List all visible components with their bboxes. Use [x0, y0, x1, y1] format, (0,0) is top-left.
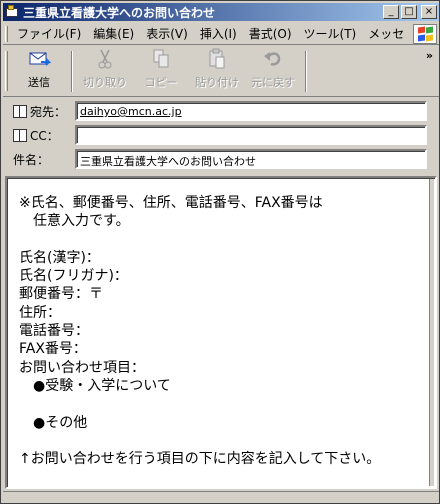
address-book-icon [13, 128, 27, 142]
to-label-button[interactable]: 宛先： [1, 103, 73, 120]
subject-label: 件名： [13, 152, 50, 167]
send-label: 送信 [28, 76, 50, 89]
undo-label: 元に戻す [251, 76, 295, 89]
to-row: 宛先： daihyo@mcn.ac.jp [1, 100, 440, 122]
minimize-button[interactable]: _ [383, 5, 399, 19]
menu-bar: ファイル(F) 編集(E) 表示(V) 挿入(I) 書式(O) ツール(T) メ… [3, 23, 439, 45]
cut-button[interactable]: 切り取り [77, 47, 133, 96]
to-label: 宛先： [30, 104, 67, 119]
title-bar[interactable]: 三重県立看護大学へのお問い合わせ _ □ × [3, 3, 439, 21]
status-bar [3, 491, 439, 503]
menu-insert[interactable]: 挿入(I) [194, 25, 243, 42]
close-icon: × [424, 6, 434, 17]
toolbar-separator [305, 51, 307, 92]
maximize-icon: □ [404, 6, 414, 17]
menu-file[interactable]: ファイル(F) [11, 25, 87, 42]
copy-label: コピー [144, 76, 178, 89]
menu-edit[interactable]: 編集(E) [87, 25, 140, 42]
toolbar-grip[interactable] [5, 51, 8, 91]
toolbar: 送信 切り取り コピー 貼り付け 元に戻す » [3, 47, 439, 97]
compose-window: 三重県立看護大学へのお問い合わせ _ □ × ファイル(F) 編集(E) 表示(… [0, 0, 440, 504]
undo-button[interactable]: 元に戻す [245, 47, 301, 96]
cut-label: 切り取り [83, 76, 127, 89]
menu-format[interactable]: 書式(O) [243, 25, 298, 42]
vertical-scrollbar[interactable] [429, 179, 434, 486]
address-book-icon [13, 104, 27, 118]
send-button[interactable]: 送信 [11, 47, 67, 96]
cc-label-button[interactable]: CC： [1, 127, 73, 144]
paste-label: 貼り付け [195, 76, 239, 89]
subject-row: 件名： 三重県立看護大学へのお問い合わせ [1, 148, 440, 170]
copy-icon [149, 48, 173, 70]
toolbar-grip[interactable] [5, 25, 8, 42]
scissors-icon [93, 48, 117, 70]
menu-message[interactable]: メッセ [362, 25, 410, 42]
close-button[interactable]: × [421, 5, 437, 19]
message-body-text[interactable]: ※氏名、郵便番号、住所、電話番号、FAX番号は 任意入力です。 氏名(漢字)： … [19, 194, 419, 468]
undo-arrow-icon [261, 48, 285, 70]
minimize-icon: _ [388, 6, 394, 17]
subject-field[interactable]: 三重県立看護大学へのお問い合わせ [75, 149, 427, 169]
copy-button[interactable]: コピー [133, 47, 189, 96]
cc-row: CC： [1, 124, 440, 146]
toolbar-overflow-chevron-icon[interactable]: » [426, 49, 433, 62]
send-envelope-icon [27, 48, 52, 70]
cc-label: CC： [30, 128, 59, 143]
message-body-editor[interactable]: ※氏名、郵便番号、住所、電話番号、FAX番号は 任意入力です。 氏名(漢字)： … [5, 176, 437, 489]
to-field[interactable]: daihyo@mcn.ac.jp [75, 101, 427, 121]
maximize-button[interactable]: □ [401, 5, 417, 19]
to-address: daihyo@mcn.ac.jp [80, 105, 182, 118]
menu-tools[interactable]: ツール(T) [298, 25, 363, 42]
paste-button[interactable]: 貼り付け [189, 47, 245, 96]
window-title: 三重県立看護大学へのお問い合わせ [23, 5, 216, 20]
mail-envelope-icon [5, 5, 19, 19]
clipboard-icon [205, 48, 229, 70]
toolbar-separator [71, 51, 73, 92]
windows-logo-icon [413, 24, 437, 44]
menu-view[interactable]: 表示(V) [140, 25, 194, 42]
cc-field[interactable] [75, 125, 427, 145]
